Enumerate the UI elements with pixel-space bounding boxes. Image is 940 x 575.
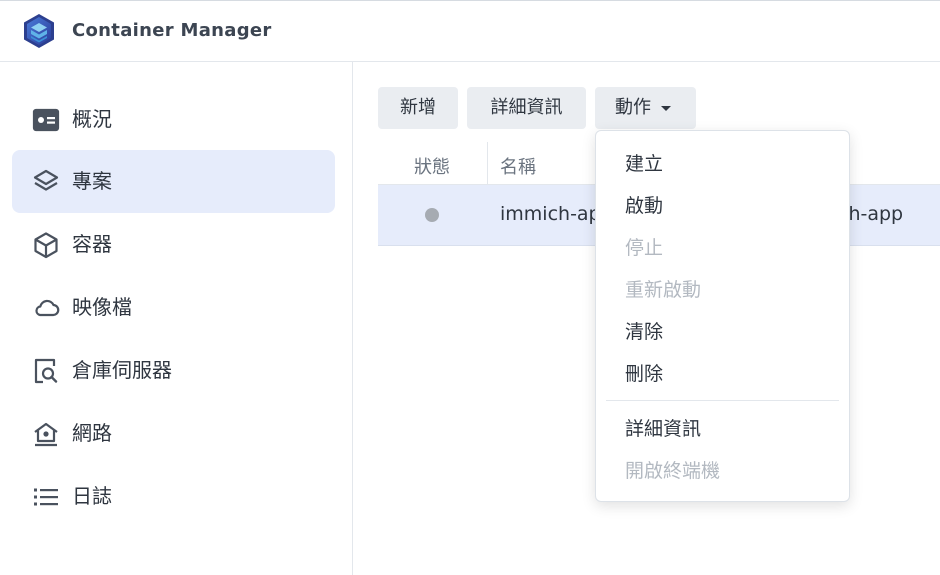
sidebar-item-label: 概況 <box>72 107 112 131</box>
sidebar-item-label: 網路 <box>72 421 112 445</box>
sidebar-item-registry[interactable]: 倉庫伺服器 <box>12 339 335 402</box>
details-button[interactable]: 詳細資訊 <box>467 87 586 129</box>
caret-down-icon <box>661 106 671 111</box>
sidebar-item-label: 專案 <box>72 169 112 193</box>
column-divider[interactable] <box>487 142 488 184</box>
status-indicator-icon <box>425 208 439 222</box>
sidebar-item-label: 映像檔 <box>72 295 132 319</box>
sidebar-item-network[interactable]: 網路 <box>12 402 335 465</box>
action-button-label: 動作 <box>615 97 651 118</box>
cube-icon <box>34 232 58 259</box>
menu-item-restart: 重新啟動 <box>625 279 702 301</box>
registry-search-icon <box>34 358 58 384</box>
sidebar-item-label: 倉庫伺服器 <box>72 358 172 382</box>
sidebar: 概況 專案 容器 映像檔 倉庫伺服器 網路 日誌 <box>0 62 353 575</box>
sidebar-item-label: 日誌 <box>72 484 112 508</box>
action-dropdown-menu: 建立 啟動 停止 重新啟動 清除 刪除 詳細資訊 開啟終端機 <box>595 130 850 502</box>
menu-item-clean[interactable]: 清除 <box>596 312 849 352</box>
action-dropdown-button[interactable]: 動作 <box>595 87 696 129</box>
column-header-status[interactable]: 狀態 <box>414 153 450 179</box>
container-manager-logo-icon <box>24 14 54 48</box>
sidebar-item-overview[interactable]: 概況 <box>12 88 335 151</box>
menu-item-create[interactable]: 建立 <box>596 144 849 184</box>
list-icon <box>34 488 58 506</box>
menu-item-details[interactable]: 詳細資訊 <box>596 409 849 449</box>
menu-item-start[interactable]: 啟動 <box>596 186 849 226</box>
app-window: Container Manager 概況 專案 容器 映像檔 倉庫伺服器 網路 … <box>0 0 940 575</box>
sidebar-item-logs[interactable]: 日誌 <box>12 465 335 528</box>
app-title: Container Manager <box>72 20 272 41</box>
menu-divider <box>606 400 839 401</box>
menu-item-stop: 停止 <box>625 237 664 259</box>
network-home-icon <box>34 422 58 447</box>
menu-item-open-terminal: 開啟終端機 <box>625 460 721 482</box>
cloud-icon <box>35 299 60 317</box>
overview-icon <box>32 108 60 132</box>
sidebar-item-images[interactable]: 映像檔 <box>12 276 335 339</box>
column-header-name[interactable]: 名稱 <box>500 153 536 179</box>
sidebar-item-label: 容器 <box>72 232 112 256</box>
menu-item-delete[interactable]: 刪除 <box>596 354 849 394</box>
sidebar-item-containers[interactable]: 容器 <box>12 213 335 276</box>
project-name-cell: immich-ap <box>500 203 601 225</box>
sidebar-item-projects[interactable]: 專案 <box>12 150 335 213</box>
new-button[interactable]: 新增 <box>378 87 458 129</box>
layers-icon <box>33 169 59 191</box>
app-header: Container Manager <box>0 1 940 62</box>
